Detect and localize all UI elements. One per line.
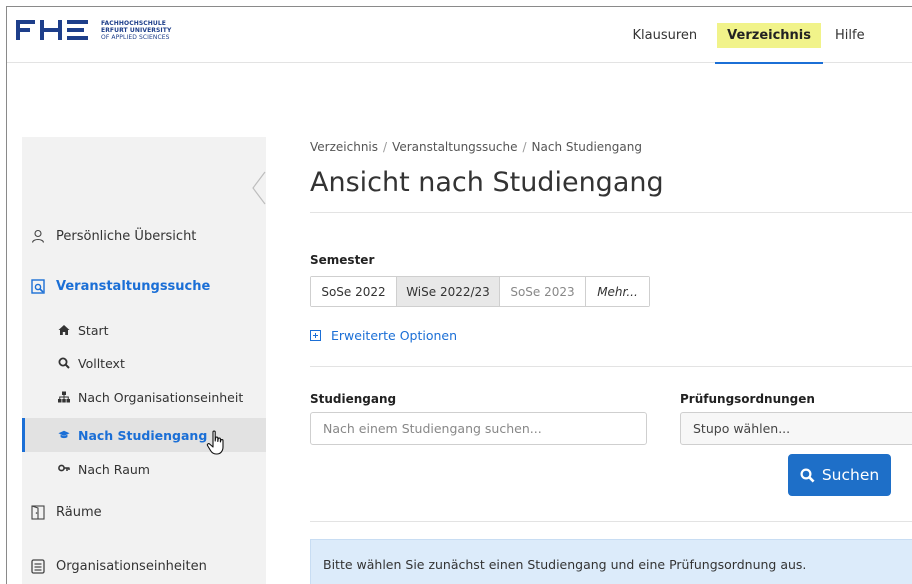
search-icon bbox=[58, 357, 70, 369]
plus-square-icon bbox=[310, 330, 321, 341]
sidebar-item-raeume[interactable]: Räume bbox=[22, 501, 266, 523]
sidebar-item-nach-studiengang[interactable]: Nach Studiengang bbox=[22, 418, 266, 452]
key-icon bbox=[58, 463, 70, 475]
sidebar-item-nach-raum[interactable]: Nach Raum bbox=[22, 459, 266, 479]
pruefungsordnung-select[interactable]: Stupo wählen... bbox=[680, 412, 912, 445]
graduation-cap-icon bbox=[58, 429, 70, 441]
hand-cursor-icon bbox=[206, 430, 224, 455]
info-alert: Bitte wählen Sie zunächst einen Studieng… bbox=[310, 539, 912, 584]
nav-klausuren[interactable]: Klausuren bbox=[621, 7, 710, 63]
logo-line-3: OF APPLIED SCIENCES bbox=[101, 33, 170, 41]
home-icon bbox=[58, 324, 70, 336]
semester-label: Semester bbox=[310, 253, 375, 267]
divider bbox=[310, 212, 912, 213]
main-nav: Klausuren Verzeichnis Hilfe bbox=[621, 7, 912, 64]
sidebar-item-label: Volltext bbox=[78, 355, 125, 371]
advanced-options-label: Erweiterte Optionen bbox=[331, 328, 458, 343]
sidebar-item-nach-organisationseinheit[interactable]: Nach Organisationseinheit bbox=[22, 387, 266, 407]
divider bbox=[310, 521, 912, 522]
sidebar-item-start[interactable]: Start bbox=[22, 320, 266, 340]
search-button-label: Suchen bbox=[821, 466, 880, 484]
building-icon bbox=[30, 558, 46, 574]
nav-hilfe[interactable]: Hilfe bbox=[823, 7, 912, 63]
fhe-logo-mark bbox=[16, 20, 88, 40]
sidebar-item-label: Organisationseinheiten bbox=[56, 558, 207, 574]
sidebar-item-label: Start bbox=[78, 322, 109, 338]
sidebar-item-persoenliche-uebersicht[interactable]: Persönliche Übersicht bbox=[22, 225, 266, 247]
collapse-sidebar-chevron-icon[interactable] bbox=[252, 171, 266, 205]
logo-line-2: ERFURT UNIVERSITY bbox=[101, 26, 172, 34]
sidebar-item-label: Persönliche Übersicht bbox=[56, 228, 197, 244]
semester-sose-2023[interactable]: SoSe 2023 bbox=[500, 277, 586, 306]
fhe-logo[interactable]: FACHHOCHSCHULE ERFURT UNIVERSITY OF APPL… bbox=[16, 16, 171, 44]
semester-sose-2022[interactable]: SoSe 2022 bbox=[311, 277, 397, 306]
semester-more[interactable]: Mehr... bbox=[586, 277, 649, 306]
sidebar-item-label: Nach Raum bbox=[78, 461, 150, 477]
pruefungsordnung-label: Prüfungsordnungen bbox=[680, 392, 815, 406]
sidebar-item-label: Räume bbox=[56, 504, 102, 520]
search-icon bbox=[800, 467, 815, 483]
logo-text: FACHHOCHSCHULE ERFURT UNIVERSITY OF APPL… bbox=[101, 20, 171, 41]
top-header: FACHHOCHSCHULE ERFURT UNIVERSITY OF APPL… bbox=[7, 7, 912, 64]
breadcrumb: Verzeichnis / Veranstaltungssuche / Nach Stu… bbox=[310, 140, 642, 154]
search-button[interactable]: Suchen bbox=[788, 454, 891, 496]
breadcrumb-nach-studiengang: Nach Studiengang bbox=[531, 140, 642, 154]
breadcrumb-veranstaltungssuche[interactable]: Veranstaltungssuche bbox=[392, 140, 517, 154]
semester-selector: SoSe 2022 WiSe 2022/23 SoSe 2023 Mehr... bbox=[310, 276, 650, 307]
nav-verzeichnis[interactable]: Verzeichnis bbox=[715, 7, 823, 64]
semester-wise-2022-23[interactable]: WiSe 2022/23 bbox=[397, 277, 500, 306]
studiengang-label: Studiengang bbox=[310, 392, 397, 406]
nav-verzeichnis-label: Verzeichnis bbox=[717, 22, 821, 48]
sidebar-item-organisationseinheiten[interactable]: Organisationseinheiten bbox=[22, 555, 266, 577]
breadcrumb-verzeichnis[interactable]: Verzeichnis bbox=[310, 140, 378, 154]
studiengang-search-input[interactable]: Nach einem Studiengang suchen... bbox=[310, 412, 647, 445]
sidebar-item-label: Nach Studiengang bbox=[78, 427, 208, 443]
sidebar-item-volltext[interactable]: Volltext bbox=[22, 353, 266, 373]
advanced-options-toggle[interactable]: Erweiterte Optionen bbox=[310, 328, 457, 343]
browser-viewport: FACHHOCHSCHULE ERFURT UNIVERSITY OF APPL… bbox=[6, 6, 912, 584]
search-doc-icon bbox=[30, 278, 46, 294]
divider bbox=[310, 366, 912, 367]
door-icon bbox=[30, 504, 46, 520]
sidebar-item-label: Veranstaltungssuche bbox=[56, 278, 211, 294]
page-title: Ansicht nach Studiengang bbox=[310, 167, 664, 198]
logo-line-1: FACHHOCHSCHULE bbox=[101, 19, 166, 27]
sidebar-item-veranstaltungssuche[interactable]: Veranstaltungssuche bbox=[22, 275, 266, 297]
sidebar-item-label: Nach Organisationseinheit bbox=[78, 389, 244, 405]
sidebar: Persönliche Übersicht Veranstaltungssuch… bbox=[22, 137, 266, 584]
org-icon bbox=[58, 391, 70, 403]
user-icon bbox=[30, 228, 46, 244]
